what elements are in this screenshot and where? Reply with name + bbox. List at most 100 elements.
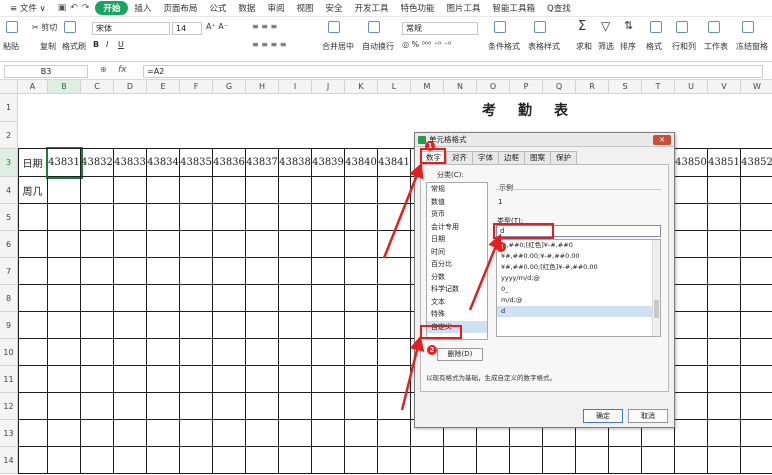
cell[interactable]	[48, 285, 81, 312]
cell[interactable]	[741, 177, 772, 204]
menu-smart-toolbox[interactable]: 智能工具箱	[487, 2, 542, 14]
cell[interactable]	[741, 339, 772, 366]
cell[interactable]	[675, 339, 708, 366]
cell[interactable]	[147, 258, 180, 285]
column-header-h[interactable]: H	[246, 80, 279, 94]
cell[interactable]	[18, 420, 48, 447]
category-item[interactable]: 文本	[427, 296, 487, 309]
cell[interactable]	[213, 312, 246, 339]
cell[interactable]	[675, 447, 708, 474]
cell[interactable]	[213, 420, 246, 447]
cell[interactable]	[81, 366, 114, 393]
filter-icon[interactable]: ▽	[601, 19, 610, 33]
tab-alignment[interactable]: 对齐	[446, 151, 473, 164]
cell[interactable]	[345, 204, 378, 231]
category-item[interactable]: 科学记数	[427, 283, 487, 296]
row-header-1[interactable]: 1	[0, 94, 18, 122]
cell[interactable]	[213, 177, 246, 204]
cell[interactable]	[81, 447, 114, 474]
filter-button[interactable]: 筛选	[598, 41, 614, 52]
formula-input[interactable]: =A2	[143, 65, 763, 78]
cell[interactable]	[279, 366, 312, 393]
cell[interactable]	[81, 393, 114, 420]
cell[interactable]	[48, 204, 81, 231]
cell[interactable]	[345, 366, 378, 393]
conditional-format-icon[interactable]	[494, 21, 506, 33]
cell[interactable]	[708, 231, 741, 258]
font-grow-icon[interactable]: A⁺ A⁻	[206, 22, 228, 31]
column-header-w[interactable]: W	[741, 80, 772, 94]
cell[interactable]	[675, 312, 708, 339]
category-item[interactable]: 货币	[427, 208, 487, 221]
cell[interactable]	[180, 420, 213, 447]
cancel-button[interactable]: 取消	[628, 409, 668, 423]
cell[interactable]	[378, 393, 411, 420]
cell[interactable]	[114, 339, 147, 366]
cell[interactable]	[114, 285, 147, 312]
cell[interactable]	[279, 177, 312, 204]
cell[interactable]	[18, 366, 48, 393]
cell[interactable]	[114, 420, 147, 447]
cell[interactable]	[345, 177, 378, 204]
cell[interactable]	[345, 447, 378, 474]
menu-view[interactable]: 视图	[290, 2, 319, 14]
category-item[interactable]: 会计专用	[427, 221, 487, 234]
format-list[interactable]: #,##0;[红色]¥-#,##0 ¥#,##0.00;¥-#,##0.00 ¥#,…	[496, 239, 661, 337]
cell[interactable]	[18, 339, 48, 366]
cell[interactable]	[312, 231, 345, 258]
column-header-t[interactable]: T	[642, 80, 675, 94]
row-header-14[interactable]: 14	[0, 447, 18, 474]
cell[interactable]	[48, 447, 81, 474]
save-icon[interactable]: ▣	[58, 3, 67, 13]
tab-border[interactable]: 边框	[498, 151, 525, 164]
cell[interactable]	[18, 231, 48, 258]
cell[interactable]	[213, 447, 246, 474]
cell[interactable]	[48, 393, 81, 420]
row-header-9[interactable]: 9	[0, 312, 18, 339]
column-header-r[interactable]: R	[576, 80, 609, 94]
cell[interactable]	[213, 339, 246, 366]
format-painter-icon[interactable]	[64, 21, 76, 33]
cell[interactable]	[81, 312, 114, 339]
row-header-3[interactable]: 3	[0, 149, 18, 177]
cell[interactable]	[576, 447, 609, 474]
cell[interactable]	[279, 339, 312, 366]
cell[interactable]	[741, 231, 772, 258]
cell[interactable]	[345, 393, 378, 420]
tab-font[interactable]: 字体	[472, 151, 499, 164]
date-cell[interactable]: 43838	[279, 149, 312, 177]
category-item[interactable]: 分数	[427, 271, 487, 284]
cell[interactable]	[312, 366, 345, 393]
column-header-q[interactable]: Q	[543, 80, 576, 94]
cell[interactable]	[345, 285, 378, 312]
cell[interactable]	[180, 393, 213, 420]
date-cell[interactable]: 43852	[741, 149, 772, 177]
cell[interactable]	[378, 447, 411, 474]
cell[interactable]	[675, 258, 708, 285]
cell[interactable]	[246, 204, 279, 231]
conditional-format-button[interactable]: 条件格式	[488, 41, 520, 52]
paste-button[interactable]: 粘贴	[3, 41, 19, 52]
cell[interactable]	[279, 204, 312, 231]
cell[interactable]	[48, 231, 81, 258]
cell[interactable]	[741, 258, 772, 285]
cell[interactable]	[147, 447, 180, 474]
cell[interactable]	[180, 204, 213, 231]
cell[interactable]	[378, 312, 411, 339]
cell[interactable]	[510, 447, 543, 474]
sum-icon[interactable]: Σ	[578, 19, 586, 34]
cell[interactable]	[213, 366, 246, 393]
row-header-11[interactable]: 11	[0, 366, 18, 393]
format-item[interactable]: yyyy/m/d;@	[497, 273, 660, 284]
format-item[interactable]: #,##0;[红色]¥-#,##0	[497, 240, 660, 251]
cell[interactable]	[147, 177, 180, 204]
column-header-n[interactable]: N	[444, 80, 477, 94]
cell[interactable]	[81, 339, 114, 366]
format-item[interactable]: d	[497, 306, 660, 317]
cell[interactable]	[147, 204, 180, 231]
freeze-panes-button[interactable]: 冻结窗格	[736, 41, 768, 52]
cell[interactable]	[246, 258, 279, 285]
date-cell[interactable]: 43851	[708, 149, 741, 177]
cell[interactable]	[378, 258, 411, 285]
cell[interactable]	[279, 258, 312, 285]
